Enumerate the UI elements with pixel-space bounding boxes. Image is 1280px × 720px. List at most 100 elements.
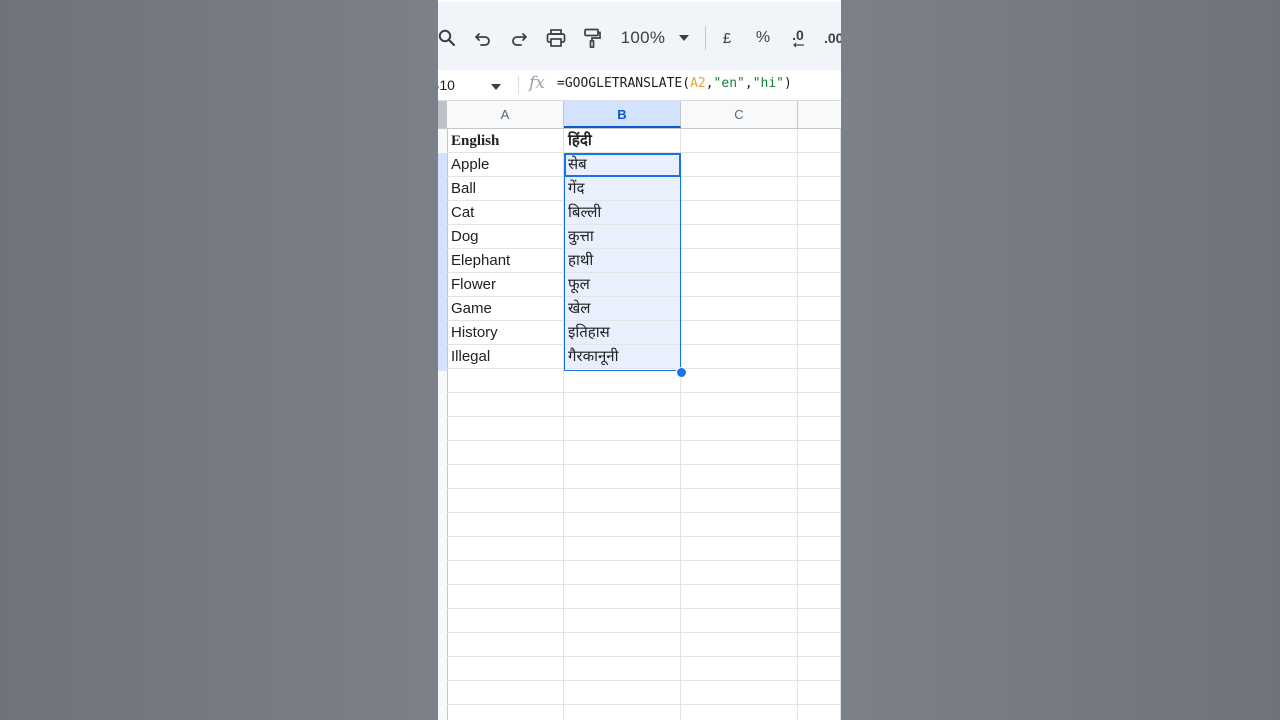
empty-cell[interactable] <box>681 393 798 416</box>
empty-cell[interactable] <box>798 417 841 440</box>
decrease-decimal-button[interactable]: .0 <box>786 24 810 52</box>
cell-c10[interactable] <box>681 345 798 368</box>
cell-d6[interactable] <box>798 249 841 272</box>
empty-cell[interactable] <box>564 465 681 488</box>
empty-cell[interactable] <box>564 561 681 584</box>
cell-b6[interactable]: हाथी <box>564 249 681 272</box>
empty-cell[interactable] <box>798 537 841 560</box>
empty-cell[interactable] <box>681 609 798 632</box>
empty-cell[interactable] <box>447 609 564 632</box>
empty-cell[interactable] <box>681 513 798 536</box>
empty-cell[interactable] <box>798 369 841 392</box>
column-header-c[interactable]: C <box>681 101 798 128</box>
name-box[interactable]: B10 <box>438 75 490 95</box>
empty-cell[interactable] <box>447 537 564 560</box>
empty-cell[interactable] <box>681 417 798 440</box>
empty-cell[interactable] <box>564 705 681 720</box>
empty-cell[interactable] <box>681 537 798 560</box>
empty-cell[interactable] <box>564 513 681 536</box>
empty-cell[interactable] <box>681 489 798 512</box>
empty-cell[interactable] <box>447 465 564 488</box>
column-header-d[interactable] <box>798 101 841 128</box>
empty-cell[interactable] <box>798 465 841 488</box>
cell-c7[interactable] <box>681 273 798 296</box>
select-all-corner[interactable] <box>438 101 447 128</box>
increase-decimal-button[interactable]: .00 <box>824 24 841 52</box>
cell-c8[interactable] <box>681 297 798 320</box>
empty-cell[interactable] <box>447 417 564 440</box>
cell-b4[interactable]: बिल्ली <box>564 201 681 224</box>
cell-a6[interactable]: Elephant <box>447 249 564 272</box>
cell-c2[interactable] <box>681 153 798 176</box>
empty-cell[interactable] <box>447 369 564 392</box>
cell-a9[interactable]: History <box>447 321 564 344</box>
empty-cell[interactable] <box>798 657 841 680</box>
empty-cell[interactable] <box>798 393 841 416</box>
empty-cell[interactable] <box>447 441 564 464</box>
fill-handle[interactable] <box>676 367 687 378</box>
empty-cell[interactable] <box>798 609 841 632</box>
cell-b9[interactable]: इतिहास <box>564 321 681 344</box>
cell-b5[interactable]: कुत्ता <box>564 225 681 248</box>
empty-cell[interactable] <box>564 633 681 656</box>
cell-d3[interactable] <box>798 177 841 200</box>
empty-cell[interactable] <box>564 417 681 440</box>
empty-cell[interactable] <box>564 657 681 680</box>
empty-cell[interactable] <box>564 681 681 704</box>
currency-format-button[interactable]: £ <box>717 24 737 52</box>
cell-c4[interactable] <box>681 201 798 224</box>
empty-cell[interactable] <box>447 489 564 512</box>
cell-a1[interactable]: English <box>447 129 564 152</box>
cell-d10[interactable] <box>798 345 841 368</box>
cell-d9[interactable] <box>798 321 841 344</box>
cell-b8[interactable]: खेल <box>564 297 681 320</box>
zoom-select[interactable]: 100% <box>618 24 668 52</box>
cell-a4[interactable]: Cat <box>447 201 564 224</box>
empty-cell[interactable] <box>564 489 681 512</box>
redo-icon[interactable] <box>506 24 532 52</box>
empty-cell[interactable] <box>798 441 841 464</box>
empty-cell[interactable] <box>447 705 564 720</box>
empty-cell[interactable] <box>564 585 681 608</box>
empty-cell[interactable] <box>798 513 841 536</box>
cell-d5[interactable] <box>798 225 841 248</box>
cell-b2[interactable]: सेब <box>564 153 681 176</box>
cell-a7[interactable]: Flower <box>447 273 564 296</box>
cell-d2[interactable] <box>798 153 841 176</box>
cell-d8[interactable] <box>798 297 841 320</box>
cell-a8[interactable]: Game <box>447 297 564 320</box>
zoom-dropdown-icon[interactable] <box>676 24 692 52</box>
empty-cell[interactable] <box>447 513 564 536</box>
cell-c3[interactable] <box>681 177 798 200</box>
empty-cell[interactable] <box>564 393 681 416</box>
cell-c5[interactable] <box>681 225 798 248</box>
empty-cell[interactable] <box>798 633 841 656</box>
empty-cell[interactable] <box>564 609 681 632</box>
cell-d7[interactable] <box>798 273 841 296</box>
empty-cell[interactable] <box>681 657 798 680</box>
empty-cell[interactable] <box>681 633 798 656</box>
empty-cell[interactable] <box>798 489 841 512</box>
empty-cell[interactable] <box>681 681 798 704</box>
cell-a10[interactable]: Illegal <box>447 345 564 368</box>
empty-cell[interactable] <box>447 561 564 584</box>
paint-format-icon[interactable] <box>579 24 605 52</box>
cell-d4[interactable] <box>798 201 841 224</box>
empty-cell[interactable] <box>447 657 564 680</box>
cell-a2[interactable]: Apple <box>447 153 564 176</box>
search-icon[interactable] <box>438 24 460 52</box>
column-header-a[interactable]: A <box>447 101 564 128</box>
undo-icon[interactable] <box>470 24 496 52</box>
cell-b3[interactable]: गेंद <box>564 177 681 200</box>
cell-d1[interactable] <box>798 129 841 152</box>
empty-cell[interactable] <box>447 585 564 608</box>
empty-cell[interactable] <box>681 369 798 392</box>
cell-b1[interactable]: हिंदी <box>564 129 681 152</box>
empty-cell[interactable] <box>564 441 681 464</box>
empty-cell[interactable] <box>564 369 681 392</box>
empty-cell[interactable] <box>447 633 564 656</box>
formula-input[interactable]: =GOOGLETRANSLATE(A2,"en","hi") <box>557 76 792 91</box>
column-header-b[interactable]: B <box>564 101 681 128</box>
cell-a5[interactable]: Dog <box>447 225 564 248</box>
cell-c1[interactable] <box>681 129 798 152</box>
